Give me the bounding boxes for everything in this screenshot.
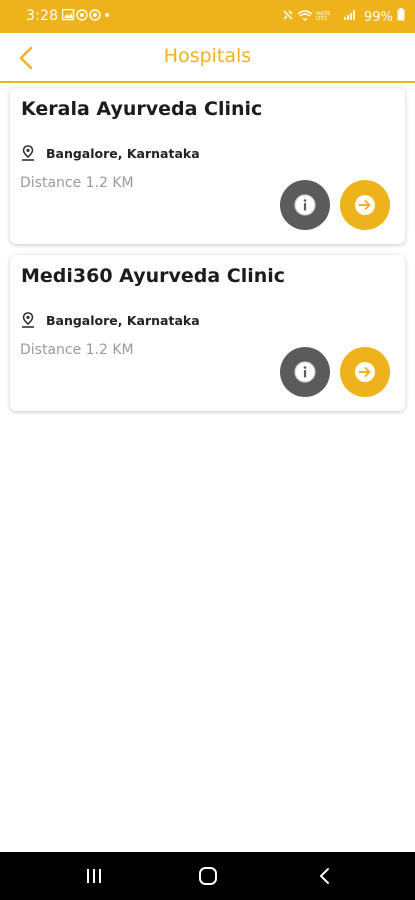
svg-text:LTE1: LTE1 bbox=[316, 16, 328, 21]
battery-status: 99% bbox=[364, 8, 405, 25]
home-button[interactable] bbox=[193, 864, 223, 888]
system-nav-bar bbox=[0, 852, 415, 900]
battery-percent: 99% bbox=[363, 10, 393, 25]
system-icons: VoLTE LTE1 bbox=[283, 9, 363, 24]
hospital-location: Bangalore, Karnataka bbox=[46, 146, 200, 161]
info-icon bbox=[294, 361, 316, 383]
hospital-name: Medi360 Ayurveda Clinic bbox=[21, 265, 286, 287]
home-icon bbox=[199, 867, 217, 885]
page-title: Hospitals bbox=[163, 45, 252, 67]
app-bar: Hospitals bbox=[0, 33, 415, 83]
arrow-right-icon bbox=[355, 362, 375, 382]
go-button[interactable] bbox=[340, 347, 390, 397]
signal-icon: VoLTE LTE1 bbox=[283, 10, 355, 22]
info-button[interactable] bbox=[280, 347, 330, 397]
back-nav-button[interactable] bbox=[310, 864, 340, 888]
hospital-name: Kerala Ayurveda Clinic bbox=[21, 98, 263, 120]
back-icon bbox=[320, 868, 329, 884]
recents-button[interactable] bbox=[79, 864, 109, 888]
arrow-right-icon bbox=[355, 195, 375, 215]
hospital-card[interactable]: Medi360 Ayurveda Clinic Bangalore, Karna… bbox=[10, 255, 405, 411]
recents-icon bbox=[87, 869, 101, 883]
hospital-card[interactable]: Kerala Ayurveda Clinic Bangalore, Karnat… bbox=[10, 88, 405, 244]
location-pin-icon bbox=[22, 145, 34, 161]
gallery-icon bbox=[61, 8, 109, 21]
location-pin-icon bbox=[22, 312, 34, 328]
status-time: 3:28 bbox=[26, 8, 59, 24]
hospital-distance: Distance 1.2 KM bbox=[20, 175, 134, 191]
hospital-distance: Distance 1.2 KM bbox=[20, 342, 134, 358]
info-button[interactable] bbox=[280, 180, 330, 230]
notification-icons bbox=[61, 8, 114, 24]
hospital-location: Bangalore, Karnataka bbox=[46, 313, 200, 328]
status-bar: 3:28 VoLTE LTE1 99% bbox=[0, 0, 415, 33]
battery-icon bbox=[397, 8, 405, 21]
go-button[interactable] bbox=[340, 180, 390, 230]
info-icon bbox=[294, 194, 316, 216]
